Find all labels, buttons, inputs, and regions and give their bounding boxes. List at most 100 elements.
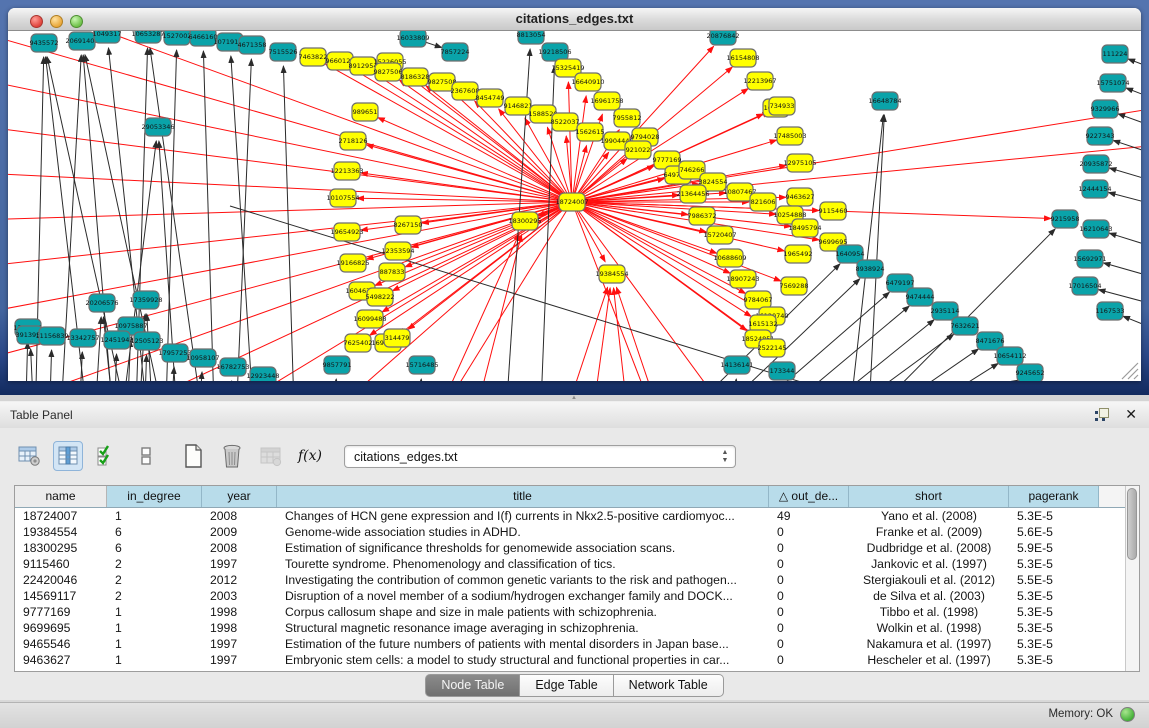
network-canvas[interactable]: 9435572206914061049317106532871527002646… [8, 31, 1141, 381]
table-row[interactable]: 969969511998Structural magnetic resonanc… [15, 620, 1139, 636]
graph-edge[interactable] [393, 202, 572, 291]
graph-node[interactable]: 9329966 [1091, 100, 1120, 118]
column-header-pagerank[interactable]: pagerank [1009, 486, 1099, 507]
graph-node[interactable]: 734933 [769, 97, 795, 115]
graph-node[interactable]: 8454749 [476, 89, 505, 107]
graph-node[interactable]: 15720407 [703, 226, 736, 244]
graph-node[interactable]: 16961758 [590, 92, 623, 110]
graph-node[interactable]: 921022 [625, 141, 651, 159]
graph-edge[interactable] [1126, 88, 1141, 101]
graph-edge[interactable] [335, 379, 336, 381]
graph-edge[interactable] [572, 141, 1141, 202]
row-toggle-icon[interactable] [131, 441, 161, 471]
graph-node[interactable]: 12923448 [246, 367, 279, 381]
graph-edge[interactable] [1128, 59, 1141, 71]
graph-node[interactable]: 10653287 [131, 31, 164, 43]
import-table-icon[interactable] [256, 441, 286, 471]
select-checks-icon[interactable] [92, 441, 122, 471]
function-builder-icon[interactable]: f(x) [295, 441, 325, 471]
graph-edge[interactable] [1109, 193, 1141, 206]
graph-edge[interactable] [8, 171, 572, 202]
graph-node[interactable]: 9435572 [30, 34, 59, 52]
graph-node[interactable]: 111224 [1102, 45, 1128, 63]
graph-node[interactable]: 14136141 [720, 356, 753, 374]
graph-node[interactable]: 9827506 [374, 63, 403, 81]
graph-node[interactable]: 16648784 [868, 92, 901, 110]
graph-node[interactable]: 12213967 [743, 72, 776, 90]
graph-node[interactable]: 7986372 [688, 207, 717, 225]
graph-edge[interactable] [1123, 316, 1141, 331]
graph-node[interactable]: 12353594 [381, 242, 414, 260]
column-header-out_de[interactable]: △ out_de... [769, 486, 849, 507]
graph-node[interactable]: 9463627 [786, 188, 815, 206]
graph-node[interactable]: 7632621 [951, 317, 980, 335]
table-selector-dropdown[interactable]: citations_edges.txt ▲▼ [344, 445, 736, 468]
graph-node[interactable]: 17016504 [1068, 277, 1101, 295]
table-row[interactable]: 2242004622012Investigating the contribut… [15, 572, 1139, 588]
graph-edge[interactable] [815, 334, 954, 381]
graph-node[interactable]: 7955812 [613, 109, 642, 127]
graph-node[interactable]: 18907243 [726, 270, 759, 288]
graph-edge[interactable] [115, 354, 117, 381]
graph-node[interactable]: 1965492 [784, 245, 813, 263]
graph-node[interactable]: 19654923 [330, 223, 363, 241]
graph-node[interactable]: 17359928 [129, 291, 162, 309]
show-columns-icon[interactable] [53, 441, 83, 471]
graph-node[interactable]: 12213363 [330, 162, 363, 180]
graph-edge[interactable] [235, 59, 251, 381]
memory-ok-indicator[interactable] [1120, 707, 1135, 722]
graph-node[interactable]: 2718126 [339, 132, 368, 150]
graph-node[interactable]: 10958107 [186, 349, 219, 367]
graph-node[interactable]: 19166825 [336, 254, 369, 272]
graph-edge[interactable] [735, 379, 736, 381]
column-header-in_degree[interactable]: in_degree [107, 486, 202, 507]
graph-node[interactable]: 10107554 [326, 189, 359, 207]
graph-node[interactable]: 314479 [384, 329, 410, 347]
graph-edge[interactable] [905, 380, 1018, 381]
table-row[interactable]: 946362711997Embryonic stem cells: a mode… [15, 652, 1139, 668]
graph-node[interactable]: 20876842 [706, 31, 739, 45]
graph-node[interactable]: 9227343 [1086, 127, 1115, 145]
graph-edge[interactable] [165, 50, 177, 381]
graph-node[interactable]: 21364456 [676, 185, 709, 203]
graph-edge[interactable] [1103, 263, 1141, 279]
graph-node[interactable]: 20206576 [85, 294, 118, 312]
graph-edge[interactable] [560, 287, 608, 381]
graph-node[interactable]: 2522145 [758, 339, 787, 357]
vertical-scrollbar[interactable] [1125, 486, 1139, 671]
graph-node[interactable]: 15692971 [1073, 250, 1106, 268]
graph-edge[interactable] [1109, 168, 1141, 183]
graph-node[interactable]: 19384554 [595, 265, 628, 283]
graph-edge[interactable] [31, 349, 33, 381]
graph-node[interactable]: 16210643 [1079, 220, 1112, 238]
graph-node[interactable]: 887833 [379, 263, 405, 281]
graph-node[interactable]: 16099488 [353, 310, 386, 328]
graph-node[interactable]: 7569288 [780, 277, 809, 295]
graph-node[interactable]: 9474444 [906, 288, 935, 306]
graph-node[interactable]: 173344 [769, 362, 795, 380]
graph-node[interactable]: 9115460 [819, 202, 848, 220]
graph-node[interactable]: 18495794 [788, 219, 821, 237]
graph-edge[interactable] [420, 379, 421, 381]
float-panel-icon[interactable] [1095, 408, 1109, 422]
graph-node[interactable]: 1049317 [93, 31, 122, 43]
table-row[interactable]: 1938455462009Genome-wide association stu… [15, 524, 1139, 540]
graph-node[interactable]: 18300295 [508, 212, 541, 230]
table-row[interactable]: 1872400712008Changes of HCN gene express… [15, 508, 1139, 524]
tab-edge-table[interactable]: Edge Table [520, 674, 613, 697]
column-header-name[interactable]: name [15, 486, 107, 507]
table-row[interactable]: 1456911722003Disruption of a novel membe… [15, 588, 1139, 604]
graph-node[interactable]: 9245652 [1016, 364, 1045, 381]
graph-node[interactable]: 1167533 [1096, 302, 1125, 320]
column-header-title[interactable]: title [277, 486, 769, 507]
graph-node[interactable]: 19218506 [538, 43, 571, 61]
graph-edge[interactable] [200, 372, 202, 381]
tab-node-table[interactable]: Node Table [425, 674, 520, 697]
graph-edge[interactable] [868, 115, 884, 381]
graph-node[interactable]: 7857224 [441, 43, 470, 61]
graph-edge[interactable] [1109, 233, 1141, 249]
table-row[interactable]: 946554611997Estimation of the future num… [15, 636, 1139, 652]
table-row[interactable]: 977716911998Corpus callosum shape and si… [15, 604, 1139, 620]
scrollbar-thumb[interactable] [1127, 488, 1137, 560]
graph-node[interactable]: 16782753 [216, 358, 249, 376]
